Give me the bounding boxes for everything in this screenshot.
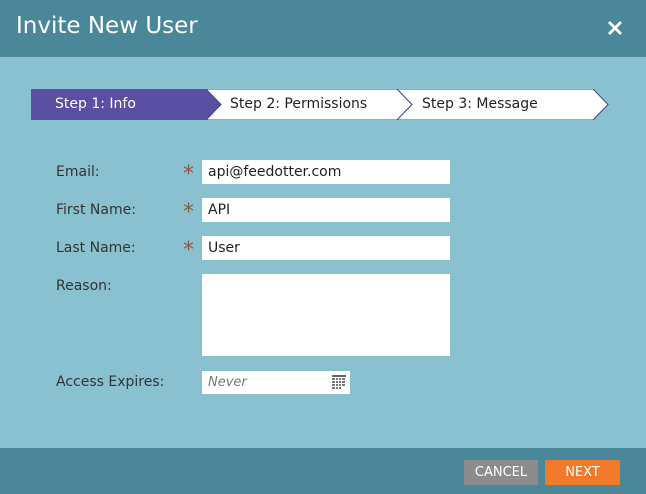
- wizard-steps: Step 1: Info Step 2: Permissions Step 3:…: [31, 89, 611, 120]
- invite-user-dialog: Invite New User Step 1: Info Step 2: Per…: [0, 0, 646, 494]
- access-expires-label: Access Expires:: [56, 374, 165, 390]
- first-name-field[interactable]: [202, 198, 450, 222]
- reason-label: Reason:: [56, 278, 112, 294]
- close-button[interactable]: [603, 16, 627, 40]
- step-3-message[interactable]: Step 3: Message: [422, 96, 538, 112]
- dialog-footer: CANCEL NEXT: [0, 448, 646, 494]
- cancel-button[interactable]: CANCEL: [464, 460, 538, 485]
- close-icon: [608, 21, 622, 35]
- email-required-marker: *: [183, 162, 194, 187]
- reason-field[interactable]: [202, 274, 450, 356]
- last-name-label: Last Name:: [56, 240, 136, 256]
- email-label: Email:: [56, 164, 100, 180]
- dialog-title: Invite New User: [16, 13, 198, 39]
- step-1-info[interactable]: Step 1: Info: [55, 96, 136, 112]
- next-button[interactable]: NEXT: [545, 460, 620, 485]
- access-expires-field[interactable]: [202, 371, 350, 394]
- step-2-permissions[interactable]: Step 2: Permissions: [230, 96, 367, 112]
- first-name-label: First Name:: [56, 202, 136, 218]
- email-field[interactable]: [202, 160, 450, 184]
- calendar-icon[interactable]: [332, 375, 346, 389]
- last-name-field[interactable]: [202, 236, 450, 260]
- first-name-required-marker: *: [183, 200, 194, 225]
- access-expires-input[interactable]: [202, 371, 326, 394]
- last-name-required-marker: *: [183, 238, 194, 263]
- dialog-titlebar: Invite New User: [0, 0, 646, 57]
